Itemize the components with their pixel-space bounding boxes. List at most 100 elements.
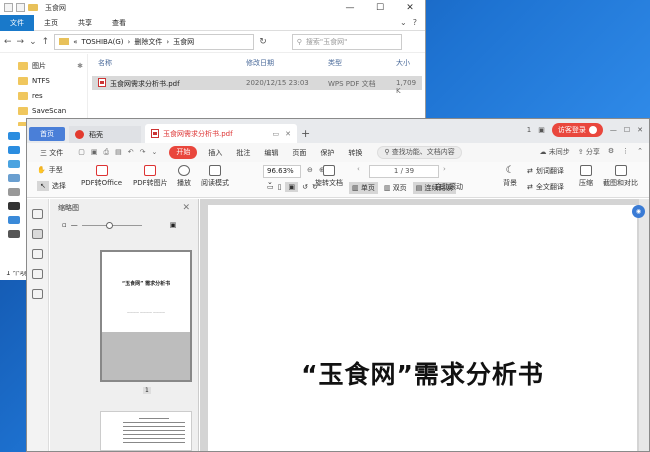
select-tool[interactable]: ↖ 选择 [37, 181, 66, 191]
drive-icon[interactable] [8, 230, 20, 238]
save-icon[interactable]: ▣ [91, 148, 98, 157]
menu-insert[interactable]: 插入 [201, 148, 229, 158]
open-icon[interactable]: ▢ [78, 148, 85, 157]
fit-page-icon[interactable]: ▭ [267, 183, 274, 191]
recent-chevron-icon[interactable]: ⌄ [29, 37, 37, 47]
pdf-to-image-button[interactable]: PDF转图片 [133, 165, 168, 188]
menu-file[interactable]: 三 文件 [33, 148, 70, 158]
maximize-button[interactable]: ☐ [365, 3, 395, 13]
menu-page[interactable]: 页面 [285, 148, 313, 158]
vertical-scrollbar[interactable] [639, 199, 649, 451]
breadcrumb-folder[interactable]: 删除文件 [134, 37, 162, 47]
attachment-icon[interactable] [32, 269, 43, 279]
refresh-icon[interactable]: ↻ [259, 37, 267, 47]
chevron-up-icon[interactable]: ⌃ [637, 147, 643, 157]
help-icon[interactable]: ? [413, 18, 417, 27]
tab-home[interactable]: 首页 [29, 127, 65, 141]
sync-status[interactable]: ☁ 未同步 [540, 147, 570, 157]
redo-icon[interactable]: ↷ [140, 148, 146, 157]
up-arrow-icon[interactable]: ↑ [42, 37, 50, 47]
background-button[interactable]: ☾ 背景 [503, 165, 517, 188]
close-button[interactable]: ✕ [637, 126, 643, 134]
thumbnail-icon[interactable] [32, 229, 43, 239]
pdf-to-office-button[interactable]: PDF转Office [81, 165, 122, 188]
ribbon-tab-home[interactable]: 主页 [34, 15, 68, 31]
quick-access-icon[interactable] [4, 3, 13, 12]
drive-icon[interactable] [8, 174, 20, 182]
zoom-out-icon[interactable]: ⊖ [307, 166, 313, 174]
minimize-button[interactable]: — [610, 126, 617, 134]
close-button[interactable]: ✕ [395, 3, 425, 13]
breadcrumb-current[interactable]: 玉食网 [173, 37, 194, 47]
thumbnail-size-slider[interactable]: ▫ — ▣ [50, 217, 198, 233]
forward-arrow-icon[interactable]: → [17, 37, 25, 47]
nav-item-res[interactable]: res [0, 88, 87, 103]
print-icon[interactable]: ⎙ [103, 148, 109, 157]
slider-track[interactable] [81, 221, 142, 229]
fit-width-icon[interactable]: ▯ [278, 183, 282, 191]
actual-size-icon[interactable]: ▣ [285, 182, 299, 192]
properties-icon[interactable] [16, 3, 25, 12]
compress-button[interactable]: 压缩 [579, 165, 593, 188]
undo-icon[interactable]: ↶ [128, 148, 134, 157]
column-type[interactable]: 类型 [328, 58, 342, 68]
preview-icon[interactable]: ▤ [115, 148, 122, 157]
ribbon-tab-file[interactable]: 文件 [0, 14, 34, 31]
page-number-input[interactable]: 1 / 39 [369, 165, 439, 178]
drive-icon[interactable] [8, 202, 20, 210]
comment-icon[interactable] [32, 249, 43, 259]
signature-icon[interactable] [32, 289, 43, 299]
share-button[interactable]: ⇪ 分享 [578, 147, 600, 157]
onedrive-icon[interactable] [8, 146, 20, 154]
auto-scroll-button[interactable]: 自动滚动 [435, 182, 463, 192]
double-page-button[interactable]: ▥ 双页 [384, 183, 407, 193]
back-arrow-icon[interactable]: ← [4, 37, 12, 47]
gear-icon[interactable]: ⚙ [608, 147, 614, 157]
zoom-out-icon[interactable]: — [71, 221, 78, 229]
slider-handle[interactable] [105, 221, 113, 229]
column-name[interactable]: 名称 [98, 58, 112, 68]
menu-start[interactable]: 开始 [169, 146, 198, 159]
menu-protect[interactable]: 保护 [313, 148, 341, 158]
new-tab-button[interactable]: + [301, 127, 310, 140]
tab-close-icon[interactable]: ✕ [285, 130, 291, 138]
chevron-down-icon[interactable]: ⌄ [151, 148, 157, 157]
nav-item-ntfs[interactable]: NTFS [0, 73, 87, 88]
file-row[interactable]: 玉食网需求分析书.pdf 2020/12/15 23:03 WPS PDF 文档… [92, 76, 422, 95]
tab-doke[interactable]: 稻壳 [69, 126, 141, 143]
search-input[interactable]: ⚲ 搜索"玉食网" [291, 33, 402, 50]
computer-icon[interactable] [8, 160, 20, 168]
zoom-select[interactable]: 96.63% ⌄ [263, 165, 301, 186]
word-translate-button[interactable]: ⇄ 划词翻译 [527, 166, 564, 176]
ribbon-tab-share[interactable]: 共享 [68, 15, 102, 31]
drive-icon[interactable] [8, 188, 20, 196]
maximize-button[interactable]: ☐ [624, 126, 630, 134]
breadcrumb-drive[interactable]: TOSHIBA(G) [81, 38, 123, 46]
music-icon[interactable] [8, 216, 20, 224]
page-thumbnail-2[interactable] [100, 411, 192, 451]
play-button[interactable]: 播放 [177, 165, 191, 188]
hand-tool[interactable]: ✋ 手型 [37, 165, 63, 175]
prev-page-icon[interactable]: ‹ [357, 165, 360, 173]
rotate-document-button[interactable]: 旋转文档 [315, 165, 343, 188]
chevron-down-icon[interactable]: ⌄ [400, 18, 407, 27]
page-thumbnail-1[interactable]: “玉食网” 需求分析书 ———— ———— ———— [100, 250, 192, 382]
rotate-left-icon[interactable]: ↺ [302, 183, 308, 191]
menu-edit[interactable]: 编辑 [257, 148, 285, 158]
read-mode-button[interactable]: 阅读模式 [201, 165, 229, 188]
full-translate-button[interactable]: ⇄ 全文翻译 [527, 182, 564, 192]
screenshot-compare-button[interactable]: 截图和对比 [603, 165, 638, 188]
path-box[interactable]: « TOSHIBA(G) › 删除文件 › 玉食网 [54, 33, 255, 50]
ribbon-tab-view[interactable]: 查看 [102, 15, 136, 31]
assistant-icon[interactable]: ◉ [632, 205, 645, 218]
more-icon[interactable]: ⋮ [622, 147, 629, 157]
layout-icon[interactable]: ▣ [538, 126, 545, 134]
nav-item-savescan[interactable]: SaveScan [0, 103, 87, 118]
nav-item-pictures[interactable]: 图片 ✱ [0, 58, 87, 73]
column-modified[interactable]: 修改日期 [246, 58, 274, 68]
close-icon[interactable]: ✕ [182, 203, 190, 213]
single-page-button[interactable]: ▥ 单页 [349, 182, 378, 194]
menu-annotate[interactable]: 批注 [229, 148, 257, 158]
bookmark-icon[interactable] [32, 209, 43, 219]
search-input[interactable]: ⚲ 查找功能、文档内容 [377, 146, 462, 159]
